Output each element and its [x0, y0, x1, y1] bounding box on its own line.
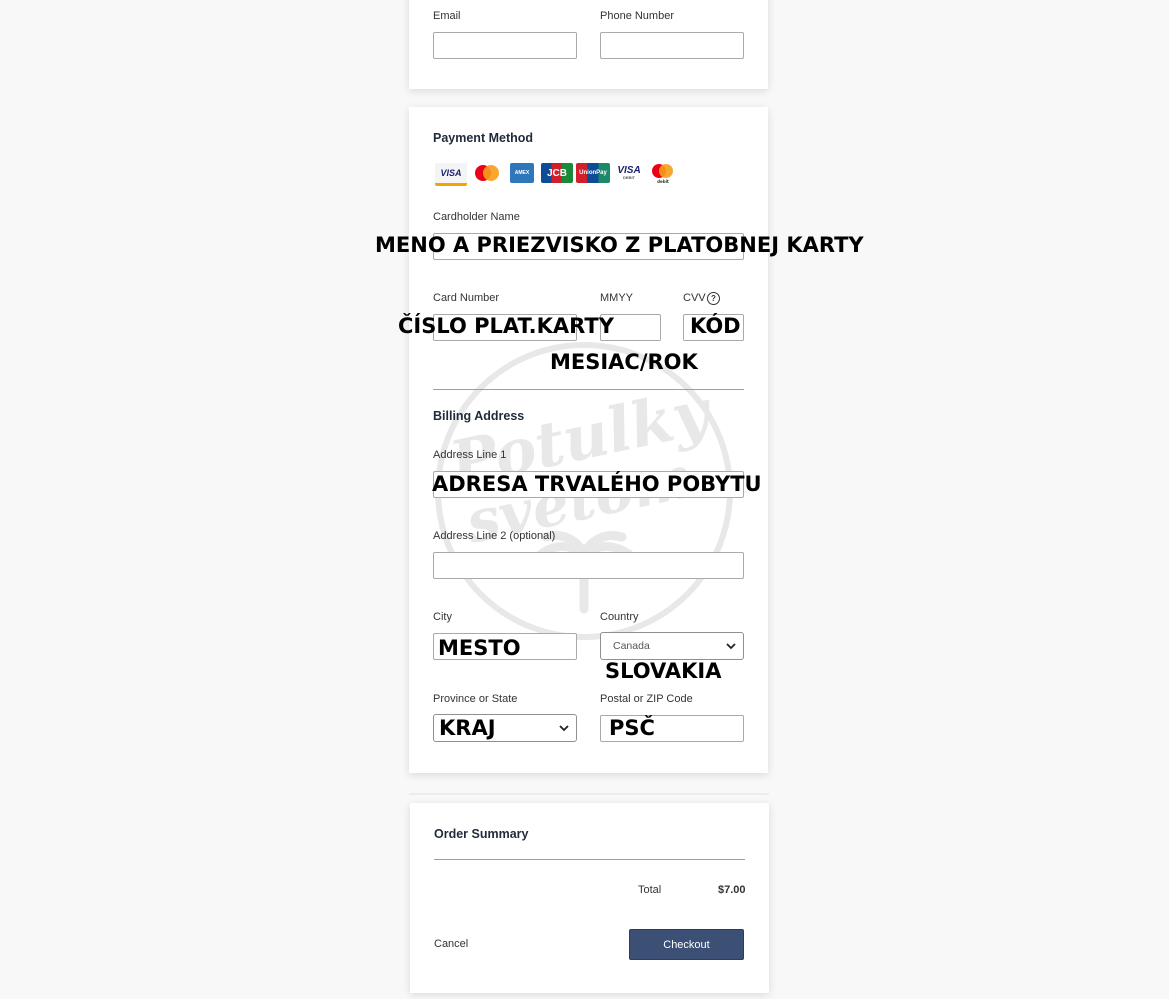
card-number-label: Card Number	[433, 292, 500, 304]
postal-label: Postal or ZIP Code	[600, 693, 693, 705]
help-icon[interactable]: ?	[707, 292, 720, 305]
country-select[interactable]: Canada	[600, 632, 744, 660]
address2-field[interactable]	[433, 552, 744, 579]
card-number-annotation: ČÍSLO PLAT.KARTY	[398, 314, 614, 338]
payment-method-title: Payment Method	[433, 131, 534, 145]
cancel-link[interactable]: Cancel	[434, 938, 468, 950]
visa-logo-icon: VISA	[435, 163, 467, 186]
email-label: Email	[433, 10, 461, 22]
mmyy-label: MMYY	[600, 292, 633, 304]
phone-field[interactable]	[600, 32, 744, 59]
checkout-button[interactable]: Checkout	[629, 929, 744, 960]
unionpay-logo-icon: UnionPay	[576, 163, 610, 183]
address1-annotation: ADRESA TRVALÉHO POBYTU	[432, 472, 762, 496]
province-label: Province or State	[433, 693, 518, 705]
phone-label: Phone Number	[600, 10, 674, 22]
mmyy-annotation: MESIAC/ROK	[550, 350, 698, 374]
postal-annotation: PSČ	[609, 716, 655, 740]
amex-logo-icon: AMEX	[510, 163, 534, 183]
country-annotation: SLOVAKIA	[605, 659, 722, 683]
cardholder-label: Cardholder Name	[433, 211, 520, 223]
contact-card: Email Phone Number	[409, 0, 768, 89]
total-value: $7.00	[718, 884, 746, 896]
mastercard-logo-icon	[471, 163, 503, 183]
jcb-logo-icon: JCB	[541, 163, 573, 183]
divider	[434, 859, 745, 860]
order-summary-title: Order Summary	[434, 827, 529, 841]
billing-address-title: Billing Address	[433, 409, 525, 423]
divider	[433, 389, 744, 390]
chevron-down-icon	[726, 643, 736, 650]
city-annotation: MESTO	[438, 636, 521, 660]
country-label: Country	[600, 611, 639, 623]
order-summary-card: Order Summary Total $7.00 Cancel Checkou…	[410, 803, 769, 993]
address2-label: Address Line 2 (optional)	[433, 530, 556, 542]
province-annotation: KRAJ	[439, 716, 496, 740]
email-field[interactable]	[433, 32, 577, 59]
mastercard-debit-logo-icon: debit	[647, 163, 679, 184]
city-label: City	[433, 611, 452, 623]
country-selected-value: Canada	[613, 640, 650, 652]
address1-label: Address Line 1	[433, 449, 507, 461]
cvv-label: CVV	[683, 292, 706, 304]
chevron-down-icon	[559, 725, 569, 732]
divider	[409, 793, 769, 795]
cvv-annotation: KÓD	[690, 314, 741, 338]
visa-debit-logo-icon: VISA DEBIT	[617, 165, 641, 180]
total-label: Total	[638, 884, 662, 896]
svg-text:debit: debit	[657, 179, 669, 184]
cardholder-annotation: MENO A PRIEZVISKO Z PLATOBNEJ KARTY	[375, 233, 864, 257]
